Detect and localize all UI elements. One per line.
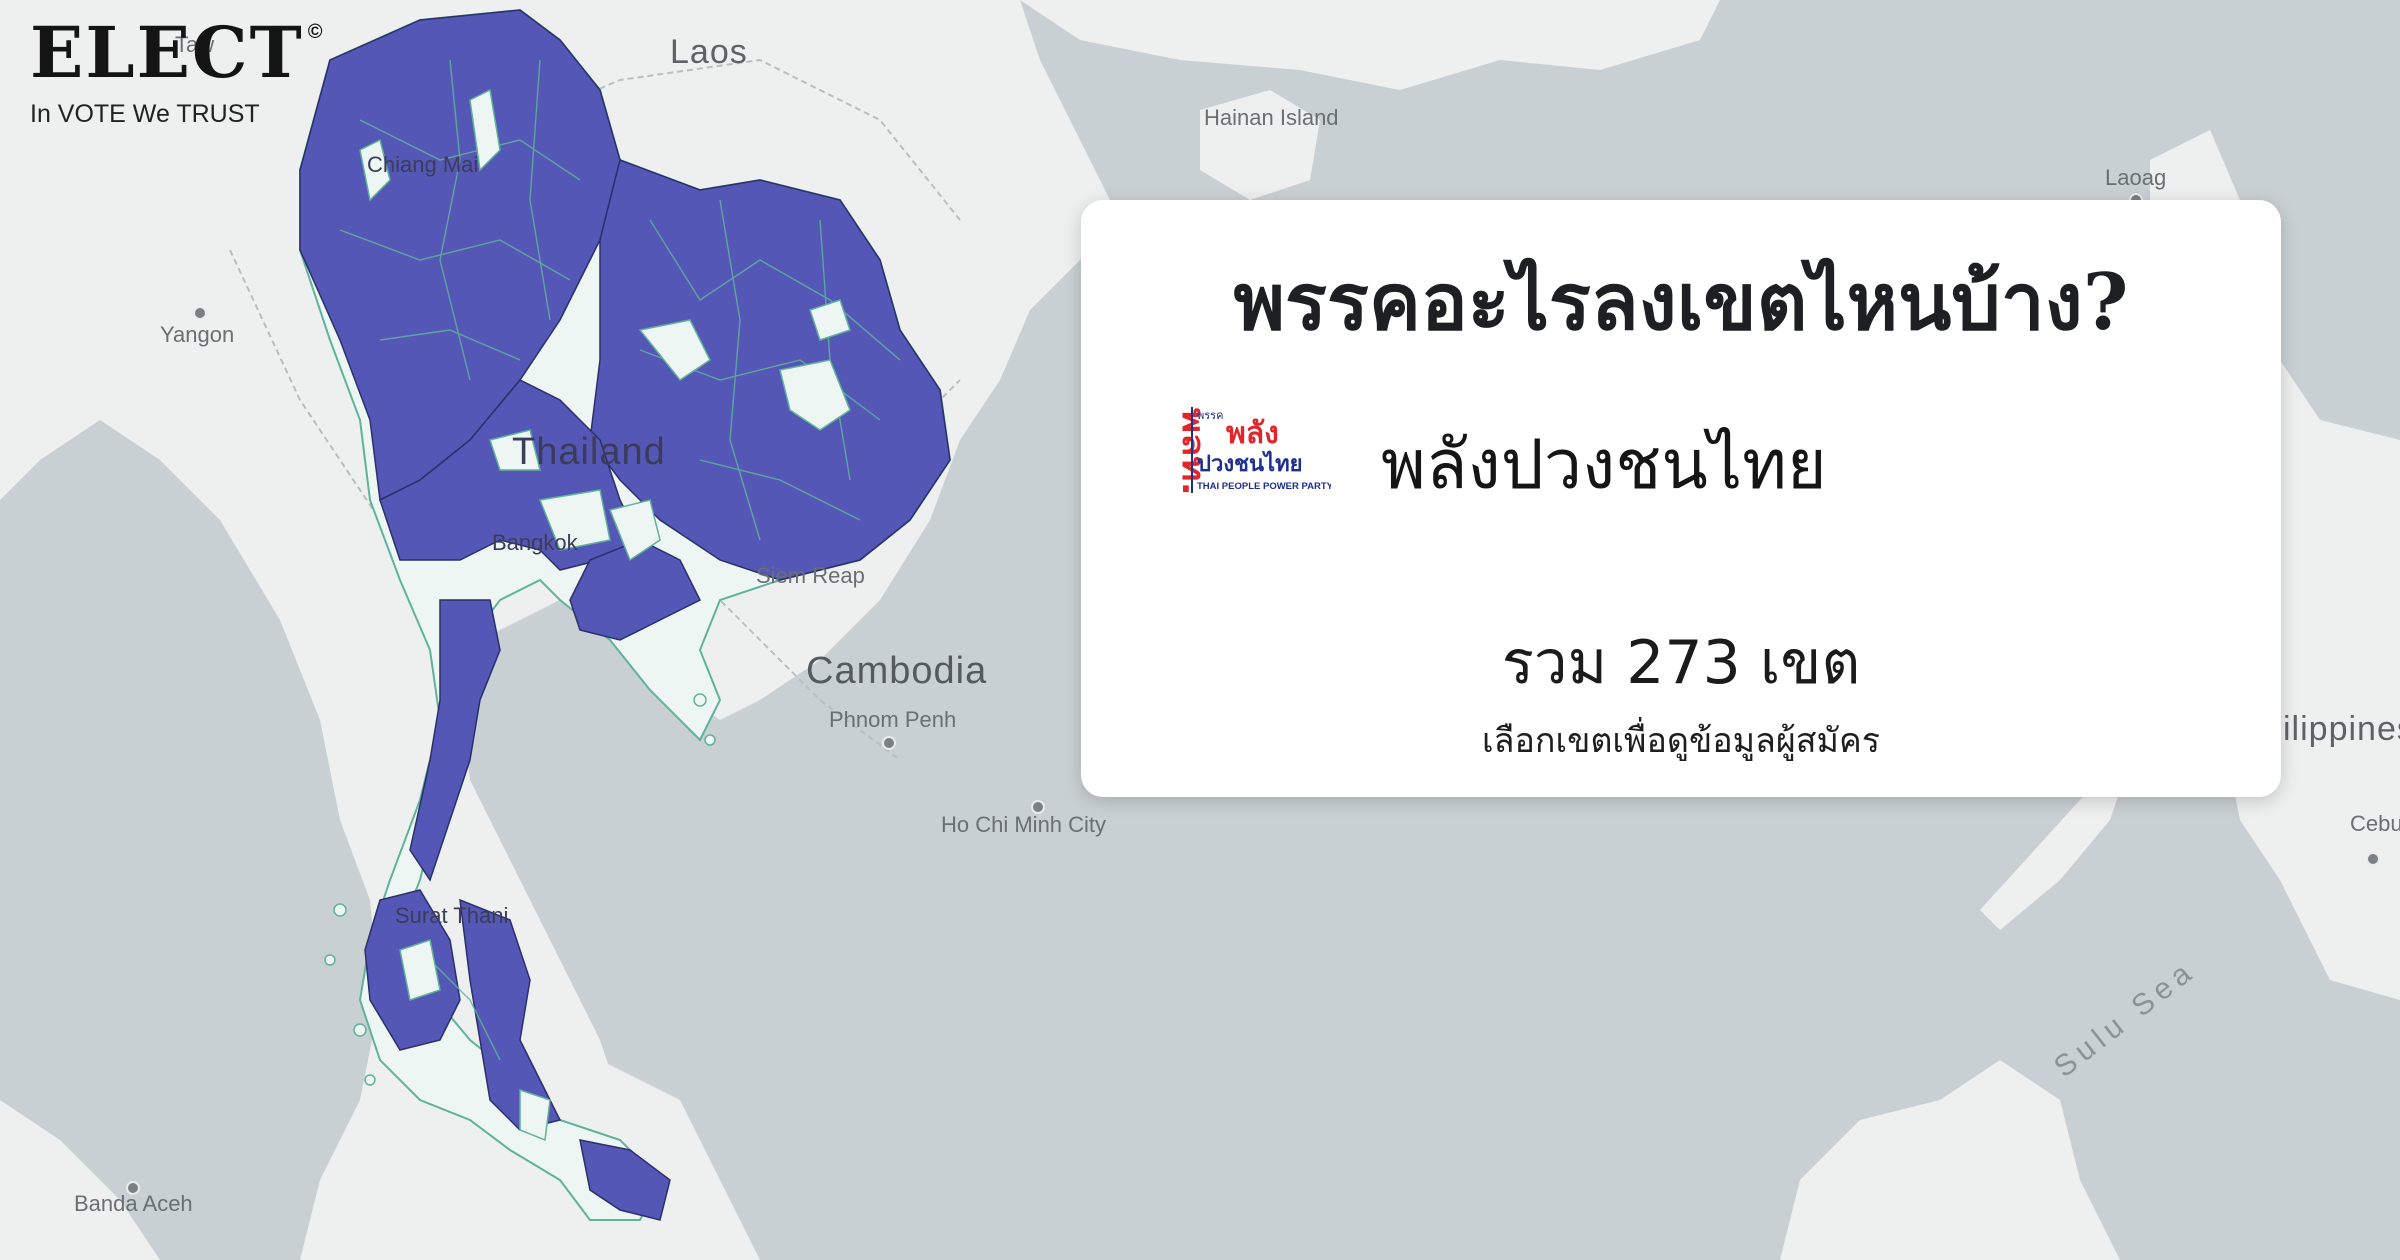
label-phnom-penh: Phnom Penh (829, 707, 957, 732)
label-cebu: Cebu (2350, 811, 2400, 836)
party-logo-prefix: พรรค (1197, 409, 1223, 422)
seat-total: รวม 273 เขต (1501, 628, 1861, 698)
label-bangkok: Bangkok (492, 530, 578, 555)
copyright-mark: © (307, 21, 325, 43)
label-siem-reap: Siem Reap (756, 563, 865, 588)
party-logo: พลท. พรรค พลัง ปวงชนไทย THAI PEOPLE POWE… (1175, 407, 1331, 496)
label-yangon: Yangon (160, 322, 235, 347)
party-name: พลังปวงชนไทย (1381, 426, 1827, 505)
city-dot-phnom-penh (882, 736, 896, 750)
label-chiang-mai: Chiang Mai (367, 152, 479, 177)
label-surat-thani: Surat Thani (395, 903, 509, 928)
label-laos: Laos (670, 33, 748, 71)
party-logo-line1: พลัง (1226, 416, 1279, 451)
label-thailand: Thailand (512, 431, 666, 473)
label-hainan: Hainan Island (1204, 105, 1339, 130)
party-logo-english: THAI PEOPLE POWER PARTY (1197, 481, 1331, 492)
city-dot-cebu (2366, 852, 2380, 866)
label-cambodia: Cambodia (806, 650, 988, 692)
label-philippines: ilippines (2283, 710, 2400, 748)
brand-tagline: In VOTE We TRUST (30, 100, 260, 128)
party-logo-line2: ปวงชนไทย (1197, 450, 1303, 477)
party-info-card: พรรคอะไรลงเขตไหนบ้าง? พลท. พรรค พลัง ปวง… (1081, 200, 2281, 797)
label-hcmc: Ho Chi Minh City (941, 812, 1107, 837)
select-district-hint: เลือกเขตเพื่อดูข้อมูลผู้สมัคร (1482, 721, 1880, 761)
label-banda-aceh: Banda Aceh (74, 1191, 193, 1216)
brand-logo: ELECT © (30, 18, 323, 88)
card-title: พรรคอะไรลงเขตไหนบ้าง? (1233, 257, 2129, 348)
brand-name: ELECT (30, 11, 304, 94)
brand: ELECT © In VOTE We TRUST (30, 18, 323, 129)
label-laoag: Laoag (2105, 165, 2167, 190)
city-dot-yangon (193, 306, 207, 320)
